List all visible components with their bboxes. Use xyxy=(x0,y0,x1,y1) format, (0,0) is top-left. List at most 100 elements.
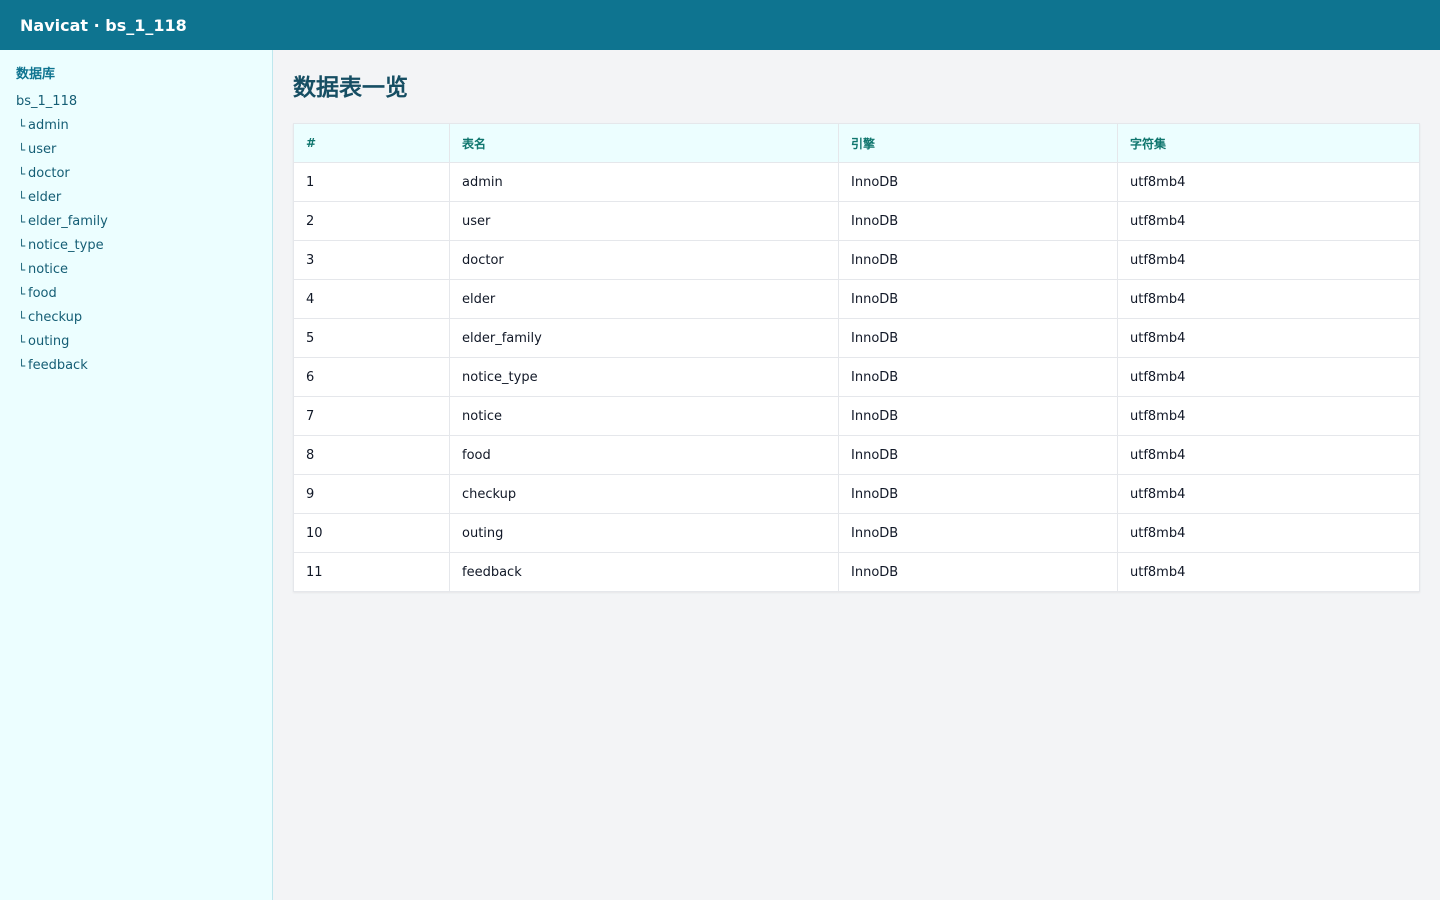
sidebar-table-item[interactable]: └ admin xyxy=(16,117,256,141)
charset-cell: utf8mb4 xyxy=(1117,279,1420,319)
charset-cell: utf8mb4 xyxy=(1117,318,1420,358)
sidebar-table-label: elder_family xyxy=(28,214,108,229)
tree-branch-icon: └ xyxy=(18,191,26,205)
column-header-charset[interactable]: 字符集 xyxy=(1117,123,1420,163)
engine-cell: InnoDB xyxy=(838,162,1118,202)
column-header-table-name[interactable]: 表名 xyxy=(449,123,839,163)
table-name-cell: admin xyxy=(449,162,839,202)
row-index-cell: 3 xyxy=(293,240,450,280)
table-row[interactable]: 5 elder_family InnoDB utf8mb4 xyxy=(293,318,1420,358)
sidebar-table-item[interactable]: └ elder xyxy=(16,189,256,213)
table-name-cell: feedback xyxy=(449,552,839,592)
charset-cell: utf8mb4 xyxy=(1117,435,1420,475)
charset-cell: utf8mb4 xyxy=(1117,474,1420,514)
sidebar-table-label: notice_type xyxy=(28,238,104,253)
row-index-cell: 4 xyxy=(293,279,450,319)
sidebar-table-item[interactable]: └ food xyxy=(16,285,256,309)
tree-branch-icon: └ xyxy=(18,167,26,181)
window-title: Navicat · bs_1_118 xyxy=(20,15,187,35)
tables-grid: # 表名 引擎 字符集 1 admin InnoDB utf8mb4 2 user Inno… xyxy=(293,123,1420,592)
table-name-cell: elder_family xyxy=(449,318,839,358)
engine-cell: InnoDB xyxy=(838,513,1118,553)
table-tree: └ admin └ user └ doctor └ elder └ elder_family └ no… xyxy=(16,117,256,381)
tree-branch-icon: └ xyxy=(18,215,26,229)
row-index-cell: 11 xyxy=(293,552,450,592)
table-name-cell: outing xyxy=(449,513,839,553)
tree-branch-icon: └ xyxy=(18,359,26,373)
table-row[interactable]: 8 food InnoDB utf8mb4 xyxy=(293,435,1420,475)
title-bar: Navicat · bs_1_118 xyxy=(0,0,1440,50)
table-name-cell: doctor xyxy=(449,240,839,280)
table-name-cell: food xyxy=(449,435,839,475)
table-header-row: # 表名 引擎 字符集 xyxy=(293,123,1420,163)
sidebar-table-item[interactable]: └ outing xyxy=(16,333,256,357)
charset-cell: utf8mb4 xyxy=(1117,396,1420,436)
main-content: 数据表一览 # 表名 引擎 字符集 1 admin InnoDB utf8mb4 2 us… xyxy=(273,50,1440,900)
column-header-engine[interactable]: 引擎 xyxy=(838,123,1118,163)
table-body: 1 admin InnoDB utf8mb4 2 user InnoDB utf8mb4 3 do… xyxy=(293,162,1420,592)
sidebar-table-item[interactable]: └ user xyxy=(16,141,256,165)
table-name-cell: user xyxy=(449,201,839,241)
page-title: 数据表一览 xyxy=(293,75,408,101)
tree-branch-icon: └ xyxy=(18,119,26,133)
table-row[interactable]: 2 user InnoDB utf8mb4 xyxy=(293,201,1420,241)
engine-cell: InnoDB xyxy=(838,357,1118,397)
table-row[interactable]: 11 feedback InnoDB utf8mb4 xyxy=(293,552,1420,592)
tree-branch-icon: └ xyxy=(18,335,26,349)
engine-cell: InnoDB xyxy=(838,201,1118,241)
table-name-cell: elder xyxy=(449,279,839,319)
tree-branch-icon: └ xyxy=(18,287,26,301)
sidebar-table-label: outing xyxy=(28,334,70,349)
sidebar: 数据库 bs_1_118 └ admin └ user └ doctor └ elder └ el… xyxy=(0,50,273,900)
sidebar-table-label: elder xyxy=(28,190,62,205)
sidebar-table-label: feedback xyxy=(28,358,88,373)
table-row[interactable]: 10 outing InnoDB utf8mb4 xyxy=(293,513,1420,553)
engine-cell: InnoDB xyxy=(838,552,1118,592)
table-row[interactable]: 9 checkup InnoDB utf8mb4 xyxy=(293,474,1420,514)
sidebar-table-item[interactable]: └ doctor xyxy=(16,165,256,189)
table-row[interactable]: 7 notice InnoDB utf8mb4 xyxy=(293,396,1420,436)
column-header-index[interactable]: # xyxy=(293,123,450,163)
row-index-cell: 9 xyxy=(293,474,450,514)
row-index-cell: 2 xyxy=(293,201,450,241)
charset-cell: utf8mb4 xyxy=(1117,357,1420,397)
table-row[interactable]: 4 elder InnoDB utf8mb4 xyxy=(293,279,1420,319)
sidebar-table-item[interactable]: └ notice_type xyxy=(16,237,256,261)
table-name-cell: checkup xyxy=(449,474,839,514)
tree-branch-icon: └ xyxy=(18,239,26,253)
sidebar-table-label: doctor xyxy=(28,166,70,181)
table-name-cell: notice xyxy=(449,396,839,436)
sidebar-table-label: admin xyxy=(28,118,69,133)
row-index-cell: 1 xyxy=(293,162,450,202)
engine-cell: InnoDB xyxy=(838,435,1118,475)
engine-cell: InnoDB xyxy=(838,318,1118,358)
table-row[interactable]: 6 notice_type InnoDB utf8mb4 xyxy=(293,357,1420,397)
sidebar-database-item[interactable]: bs_1_118 xyxy=(16,93,256,117)
engine-cell: InnoDB xyxy=(838,474,1118,514)
row-index-cell: 10 xyxy=(293,513,450,553)
sidebar-table-item[interactable]: └ notice xyxy=(16,261,256,285)
charset-cell: utf8mb4 xyxy=(1117,240,1420,280)
table-row[interactable]: 1 admin InnoDB utf8mb4 xyxy=(293,162,1420,202)
table-row[interactable]: 3 doctor InnoDB utf8mb4 xyxy=(293,240,1420,280)
engine-cell: InnoDB xyxy=(838,240,1118,280)
sidebar-table-label: food xyxy=(28,286,57,301)
sidebar-table-label: notice xyxy=(28,262,69,277)
charset-cell: utf8mb4 xyxy=(1117,162,1420,202)
charset-cell: utf8mb4 xyxy=(1117,201,1420,241)
charset-cell: utf8mb4 xyxy=(1117,513,1420,553)
table-name-cell: notice_type xyxy=(449,357,839,397)
sidebar-section-title: 数据库 xyxy=(16,67,56,82)
sidebar-table-item[interactable]: └ feedback xyxy=(16,357,256,381)
sidebar-table-item[interactable]: └ elder_family xyxy=(16,213,256,237)
engine-cell: InnoDB xyxy=(838,396,1118,436)
sidebar-table-label: user xyxy=(28,142,57,157)
tree-branch-icon: └ xyxy=(18,311,26,325)
sidebar-table-item[interactable]: └ checkup xyxy=(16,309,256,333)
row-index-cell: 7 xyxy=(293,396,450,436)
row-index-cell: 6 xyxy=(293,357,450,397)
sidebar-table-label: checkup xyxy=(28,310,83,325)
charset-cell: utf8mb4 xyxy=(1130,564,1186,580)
tree-branch-icon: └ xyxy=(18,143,26,157)
row-index-cell: 5 xyxy=(293,318,450,358)
